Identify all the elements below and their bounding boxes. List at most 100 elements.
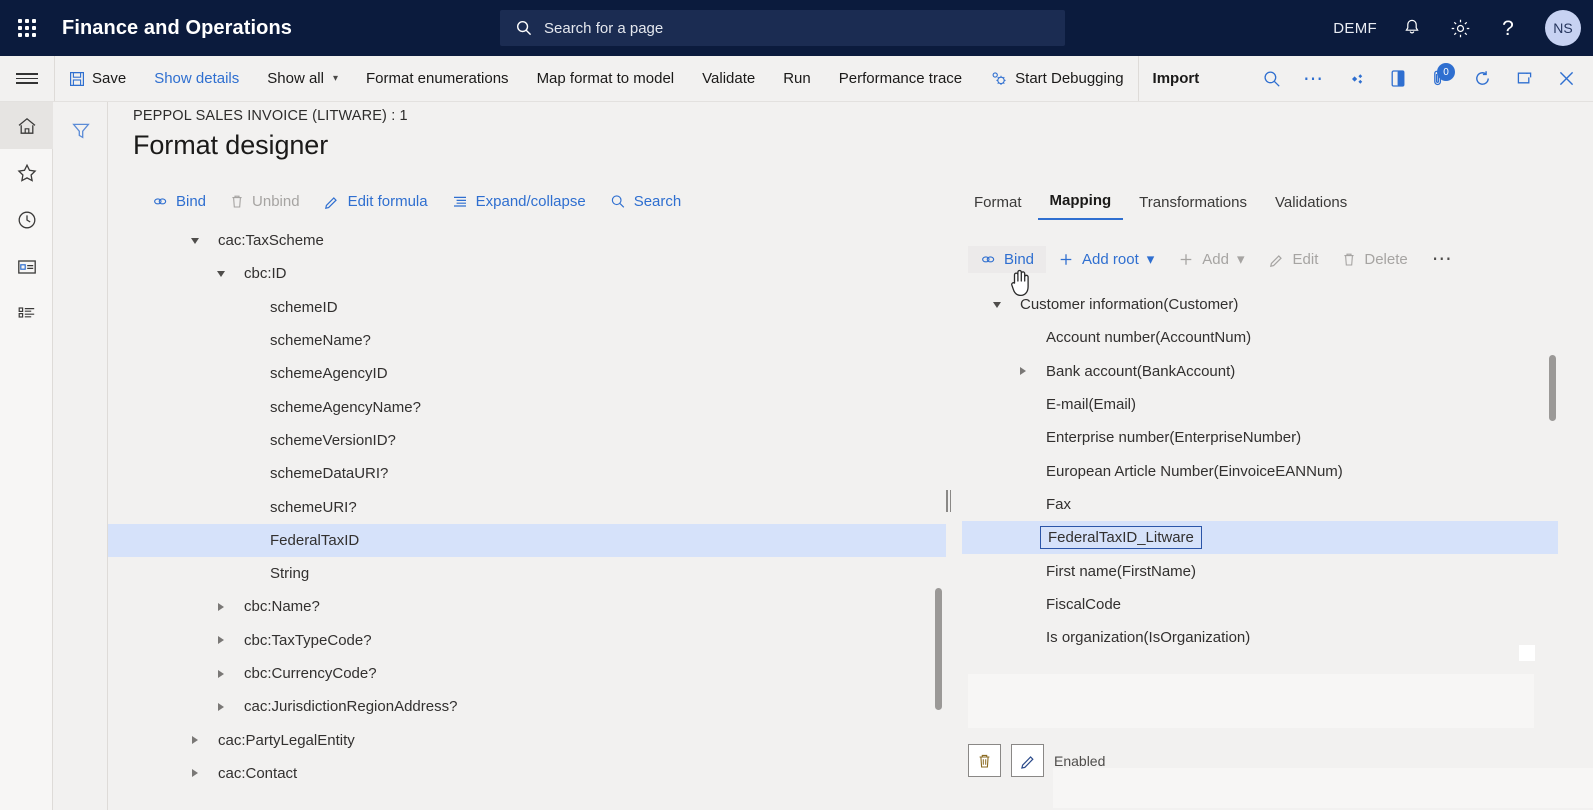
data-model-tree-row[interactable]: First name(FirstName) <box>962 554 1558 587</box>
avatar[interactable]: NS <box>1545 10 1581 46</box>
format-tree-row[interactable]: schemeURI? <box>108 490 946 523</box>
edit-button[interactable]: Edit <box>1257 246 1331 273</box>
format-tree-row[interactable]: cac:Contact <box>108 757 946 790</box>
trash-icon <box>232 195 242 208</box>
format-tree-row[interactable]: schemeAgencyID <box>108 357 946 390</box>
format-tree-row[interactable]: cbc:ID <box>108 257 946 290</box>
chevron-down-icon[interactable] <box>208 270 234 277</box>
chevron-right-icon[interactable] <box>208 702 234 711</box>
import-button[interactable]: Import <box>1139 56 1214 101</box>
format-tree-row[interactable]: cac:TaxScheme <box>108 224 946 257</box>
data-model-tree-row[interactable]: Enterprise number(EnterpriseNumber) <box>962 421 1558 454</box>
mapping-overflow-button[interactable]: ⋯ <box>1420 248 1466 270</box>
show-details-button[interactable]: Show details <box>140 56 253 101</box>
enabled-label: Enabled <box>1054 752 1106 769</box>
format-tree-row[interactable]: schemeName? <box>108 324 946 357</box>
data-model-tree-row[interactable]: Fax <box>962 488 1558 521</box>
chevron-down-icon[interactable] <box>984 301 1010 308</box>
data-model-tree-row[interactable]: Account number(AccountNum) <box>962 321 1558 354</box>
format-tree-row[interactable]: schemeID <box>108 291 946 324</box>
tree-resize-handle[interactable] <box>1519 645 1535 661</box>
company-selector[interactable]: DEMF <box>1333 20 1377 37</box>
format-enumerations-button[interactable]: Format enumerations <box>352 56 523 101</box>
chevron-right-icon[interactable] <box>208 602 234 611</box>
format-tree-row[interactable]: cbc:TaxTypeCode? <box>108 624 946 657</box>
help-icon[interactable]: ? <box>1495 15 1521 41</box>
share-icon[interactable] <box>1335 56 1377 101</box>
delete-row-button[interactable] <box>968 744 1001 777</box>
expand-collapse-button[interactable]: Expand/collapse <box>440 188 598 215</box>
data-model-tree[interactable]: Customer information(Customer) Account nu… <box>962 288 1558 658</box>
panel-splitter[interactable] <box>946 490 954 512</box>
tab-transformations[interactable]: Transformations <box>1127 190 1259 220</box>
unbind-label: Unbind <box>252 193 300 210</box>
edit-row-button[interactable] <box>1011 744 1044 777</box>
format-tree-row[interactable]: cbc:CurrencyCode? <box>108 657 946 690</box>
rail-item-workspaces[interactable] <box>0 243 53 290</box>
settings-icon[interactable] <box>1447 15 1473 41</box>
data-model-tree-row[interactable]: E-mail(Email) <box>962 388 1558 421</box>
hamburger-menu-icon[interactable] <box>0 56 54 101</box>
right-tree-scrollbar[interactable] <box>1549 355 1556 421</box>
rail-item-recent[interactable] <box>0 196 53 243</box>
add-label: Add <box>1202 250 1229 268</box>
data-model-tree-row[interactable]: Bank account(BankAccount) <box>962 355 1558 388</box>
tab-validations[interactable]: Validations <box>1263 190 1359 220</box>
chevron-right-icon[interactable] <box>208 669 234 678</box>
data-model-tree-row[interactable]: FederalTaxID_Litware <box>962 521 1558 555</box>
ellipsis-icon[interactable]: ⋯ <box>1293 56 1335 101</box>
tree-node-label: cbc:Name? <box>244 598 320 616</box>
notifications-icon[interactable] <box>1399 15 1425 41</box>
global-search-input[interactable]: Search for a page <box>500 10 1065 46</box>
unbind-button[interactable]: Unbind <box>218 188 312 215</box>
chevron-right-icon[interactable] <box>182 769 208 778</box>
close-icon[interactable] <box>1545 56 1587 101</box>
save-button[interactable]: Save <box>55 56 140 101</box>
data-model-tree-row[interactable]: FiscalCode <box>962 588 1558 621</box>
chevron-right-icon[interactable] <box>182 736 208 745</box>
add-button[interactable]: Add ▾ <box>1166 245 1256 273</box>
format-tree-row[interactable]: schemeDataURI? <box>108 457 946 490</box>
data-model-tree-row[interactable]: Is organization(IsOrganization) <box>962 621 1558 654</box>
format-tree-row[interactable]: FederalTaxID <box>108 523 946 557</box>
rail-item-favorites[interactable] <box>0 149 53 196</box>
app-launcher-icon[interactable] <box>0 0 54 56</box>
delete-button[interactable]: Delete <box>1330 246 1419 273</box>
run-button[interactable]: Run <box>769 56 825 101</box>
performance-trace-button[interactable]: Performance trace <box>825 56 976 101</box>
format-tree-row[interactable]: cac:JurisdictionRegionAddress? <box>108 690 946 723</box>
validate-button[interactable]: Validate <box>688 56 769 101</box>
format-tree-row[interactable]: cbc:Name? <box>108 590 946 623</box>
attachment-icon[interactable]: 0 <box>1419 56 1461 101</box>
tab-mapping[interactable]: Mapping <box>1037 188 1124 220</box>
chevron-right-icon[interactable] <box>208 636 234 645</box>
format-tree[interactable]: cac:TaxScheme cbc:ID schemeID schemeName? sc… <box>108 224 946 810</box>
office-app-icon[interactable] <box>1377 56 1419 101</box>
refresh-icon[interactable] <box>1461 56 1503 101</box>
edit-formula-button[interactable]: Edit formula <box>312 188 440 215</box>
left-tree-scrollbar[interactable] <box>935 588 942 710</box>
add-root-button[interactable]: Add root ▾ <box>1046 245 1166 273</box>
data-model-tree-row[interactable]: Customer information(Customer) <box>962 288 1558 321</box>
search-button-left[interactable]: Search <box>598 188 694 215</box>
filter-funnel-icon[interactable] <box>53 114 108 148</box>
format-tree-row[interactable]: String <box>108 557 946 590</box>
rail-item-modules[interactable] <box>0 290 53 337</box>
chevron-down-icon[interactable] <box>182 237 208 244</box>
open-in-new-window-icon[interactable] <box>1503 56 1545 101</box>
format-tree-row[interactable]: schemeVersionID? <box>108 424 946 457</box>
enabled-field[interactable] <box>1053 768 1593 808</box>
format-tree-row[interactable]: schemeAgencyName? <box>108 390 946 423</box>
rail-item-home[interactable] <box>0 102 53 149</box>
bind-button-right[interactable]: Bind <box>968 245 1047 273</box>
tab-format[interactable]: Format <box>962 190 1034 220</box>
format-tree-row[interactable]: cac:PartyLegalEntity <box>108 723 946 756</box>
show-all-dropdown[interactable]: Show all ▾ <box>253 56 352 101</box>
start-debugging-button[interactable]: Start Debugging <box>976 56 1137 101</box>
tree-node-label: cac:Contact <box>218 764 298 782</box>
chevron-right-icon[interactable] <box>1010 367 1036 376</box>
search-icon[interactable] <box>1251 56 1293 101</box>
bind-button-left[interactable]: Bind <box>140 188 218 215</box>
map-format-to-model-button[interactable]: Map format to model <box>523 56 689 101</box>
data-model-tree-row[interactable]: European Article Number(EinvoiceEANNum) <box>962 454 1558 487</box>
